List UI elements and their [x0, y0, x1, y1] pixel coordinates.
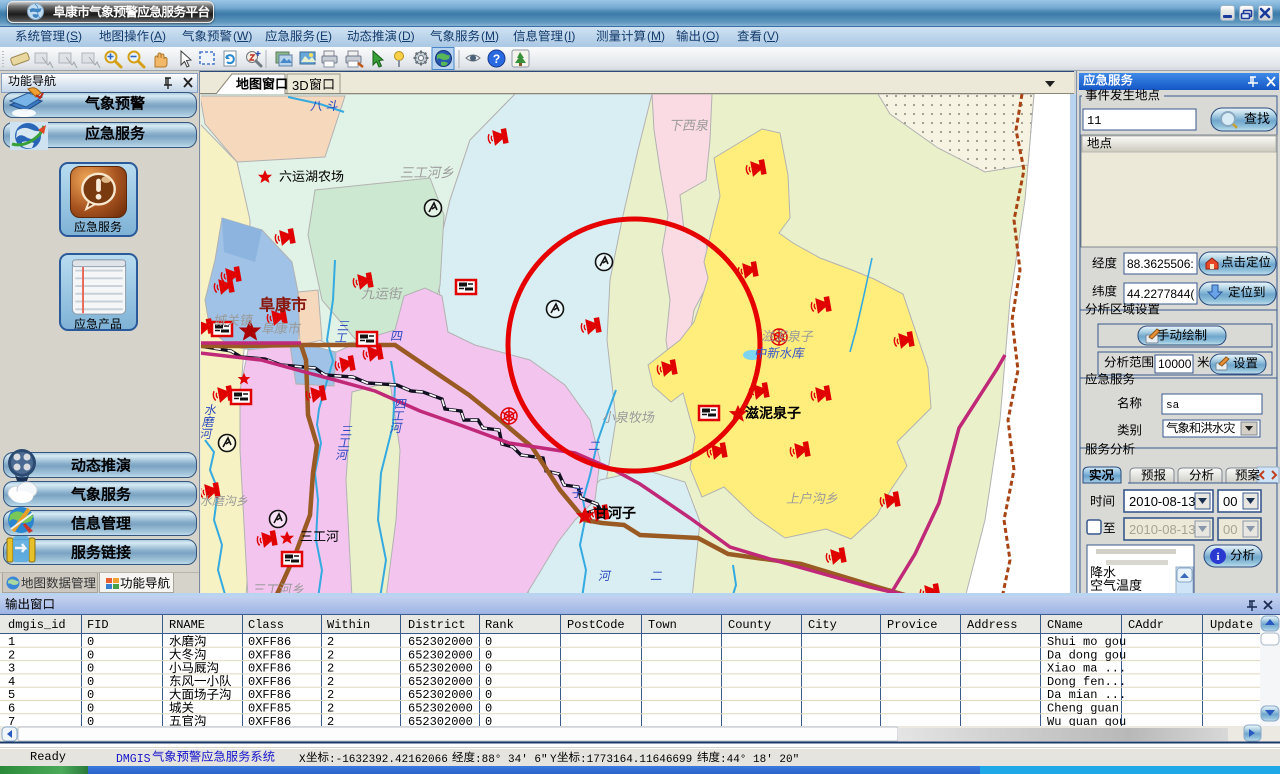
svg-text:0: 0	[87, 675, 94, 689]
svg-text:0: 0	[485, 635, 492, 649]
svg-text:00: 00	[1223, 494, 1237, 509]
svg-text:652302000: 652302000	[408, 688, 473, 702]
svg-text:5: 5	[8, 688, 15, 702]
svg-text::-1632392.42162066: :-1632392.42162066	[329, 754, 448, 766]
svg-text:FID: FID	[87, 618, 109, 632]
svg-text:6: 6	[8, 702, 15, 716]
svg-text:2: 2	[327, 702, 334, 716]
svg-text:X: X	[299, 754, 306, 766]
svg-text:0: 0	[87, 635, 94, 649]
svg-text:0: 0	[485, 648, 492, 662]
svg-text:0XFF86: 0XFF86	[248, 648, 291, 662]
svg-text:?: ?	[493, 52, 500, 66]
svg-text:0XFF86: 0XFF86	[248, 675, 291, 689]
svg-text:Cheng guan: Cheng guan	[1047, 702, 1119, 716]
svg-text:0XFF86: 0XFF86	[248, 688, 291, 702]
svg-text:88.3625506:: 88.3625506:	[1127, 257, 1194, 271]
svg-text:Provice: Provice	[887, 618, 937, 632]
svg-text:0: 0	[485, 675, 492, 689]
svg-text:652302000: 652302000	[408, 635, 473, 649]
svg-text:652302000: 652302000	[408, 702, 473, 716]
svg-text:652302000: 652302000	[408, 675, 473, 689]
svg-text:652302000: 652302000	[408, 648, 473, 662]
svg-text:CAddr: CAddr	[1128, 618, 1164, 632]
svg-text:2010-08-13: 2010-08-13	[1129, 522, 1196, 537]
svg-text:0: 0	[87, 662, 94, 676]
svg-text:0: 0	[87, 702, 94, 716]
svg-text:Dong fen...: Dong fen...	[1047, 675, 1126, 689]
svg-text::88° 34' 6": :88° 34' 6"	[475, 754, 548, 766]
svg-text:Town: Town	[648, 618, 677, 632]
svg-text:2: 2	[327, 688, 334, 702]
svg-text:0: 0	[485, 702, 492, 716]
svg-text:4: 4	[8, 675, 15, 689]
svg-text:Update: Update	[1210, 618, 1253, 632]
svg-text:0: 0	[87, 648, 94, 662]
svg-text:Da mian ...: Da mian ...	[1047, 688, 1126, 702]
svg-text:652302000: 652302000	[408, 662, 473, 676]
svg-text:11: 11	[1087, 114, 1101, 128]
svg-text:0XFF86: 0XFF86	[248, 635, 291, 649]
svg-text:00: 00	[1223, 522, 1237, 537]
svg-text:sa: sa	[1166, 400, 1180, 412]
svg-text:City: City	[808, 618, 837, 632]
svg-text:1: 1	[8, 635, 15, 649]
svg-text:District: District	[408, 618, 466, 632]
svg-text:Da dong gou: Da dong gou	[1047, 648, 1126, 662]
svg-text:0: 0	[485, 662, 492, 676]
svg-text:Y: Y	[550, 754, 557, 766]
svg-text:0XFF85: 0XFF85	[248, 702, 291, 716]
svg-text:2: 2	[327, 675, 334, 689]
svg-text:County: County	[728, 618, 771, 632]
svg-text:0XFF86: 0XFF86	[248, 662, 291, 676]
svg-text::44° 18' 20": :44° 18' 20"	[720, 754, 799, 766]
svg-text:3: 3	[8, 662, 15, 676]
svg-text:Shui mo gou: Shui mo gou	[1047, 635, 1126, 649]
svg-text:PostCode: PostCode	[567, 618, 625, 632]
svg-text:CName: CName	[1047, 618, 1083, 632]
svg-text:i: i	[1216, 551, 1219, 563]
svg-text:RNAME: RNAME	[169, 618, 205, 632]
svg-text:2: 2	[327, 662, 334, 676]
svg-text:2010-08-13: 2010-08-13	[1129, 494, 1196, 509]
svg-text:2: 2	[327, 635, 334, 649]
svg-text::1773164.11646699: :1773164.11646699	[580, 754, 692, 766]
svg-text:44.2277844(: 44.2277844(	[1127, 287, 1194, 301]
svg-text:0: 0	[485, 688, 492, 702]
svg-text:2: 2	[327, 648, 334, 662]
svg-text:Xiao ma ...: Xiao ma ...	[1047, 662, 1126, 676]
svg-text:0: 0	[87, 688, 94, 702]
svg-text:2: 2	[8, 648, 15, 662]
svg-text:Within: Within	[327, 618, 370, 632]
svg-text:10000: 10000	[1158, 357, 1192, 371]
svg-text:dmgis_id: dmgis_id	[8, 618, 66, 632]
svg-text:Address: Address	[967, 618, 1017, 632]
svg-text:DMGIS: DMGIS	[116, 753, 151, 766]
svg-text:Class: Class	[248, 618, 284, 632]
svg-text:Rank: Rank	[485, 618, 514, 632]
